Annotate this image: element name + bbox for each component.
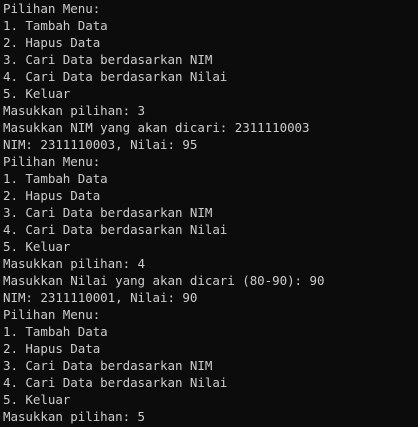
nim-search-input-line: Masukkan NIM yang akan dicari: 231111000… (3, 120, 310, 135)
menu-option-search-score-line: 4. Cari Data berdasarkan Nilai (3, 69, 228, 84)
menu-header-line: Pilihan Menu: (3, 307, 101, 322)
search-result-line: NIM: 2311110003, Nilai: 95 (3, 137, 198, 152)
menu-option-add-line: 1. Tambah Data (3, 18, 108, 33)
score-search-input-line: Masukkan Nilai yang akan dicari (80-90):… (3, 273, 325, 288)
menu-option-search-score-line: 4. Cari Data berdasarkan Nilai (3, 222, 228, 237)
menu-header-line: Pilihan Menu: (3, 1, 101, 16)
terminal-output[interactable]: Pilihan Menu: 1. Tambah Data 2. Hapus Da… (0, 0, 418, 427)
menu-option-delete-line: 2. Hapus Data (3, 188, 101, 203)
search-result-line: NIM: 2311110001, Nilai: 90 (3, 290, 198, 305)
menu-option-add-line: 1. Tambah Data (3, 171, 108, 186)
menu-option-search-nim-line: 3. Cari Data berdasarkan NIM (3, 358, 213, 373)
menu-option-search-nim-line: 3. Cari Data berdasarkan NIM (3, 52, 213, 67)
menu-option-add-line: 1. Tambah Data (3, 324, 108, 339)
choice-input-line: Masukkan pilihan: 4 (3, 256, 146, 271)
menu-option-exit-line: 5. Keluar (3, 239, 71, 254)
choice-input-line: Masukkan pilihan: 5 (3, 409, 146, 424)
choice-input-line: Masukkan pilihan: 3 (3, 103, 146, 118)
menu-option-delete-line: 2. Hapus Data (3, 341, 101, 356)
menu-option-exit-line: 5. Keluar (3, 86, 71, 101)
menu-option-search-score-line: 4. Cari Data berdasarkan Nilai (3, 375, 228, 390)
menu-option-search-nim-line: 3. Cari Data berdasarkan NIM (3, 205, 213, 220)
menu-header-line: Pilihan Menu: (3, 154, 101, 169)
menu-option-delete-line: 2. Hapus Data (3, 35, 101, 50)
menu-option-exit-line: 5. Keluar (3, 392, 71, 407)
